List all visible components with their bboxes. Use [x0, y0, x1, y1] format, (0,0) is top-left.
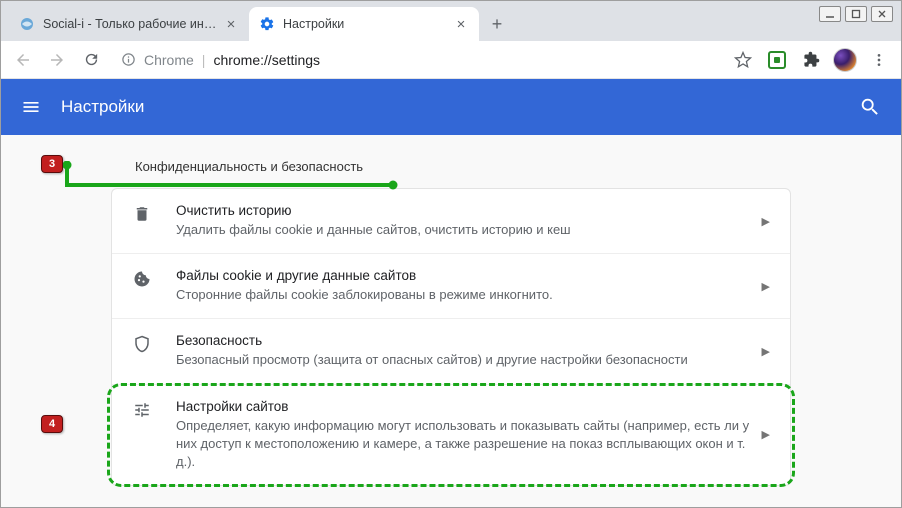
- favicon-social-i: [19, 16, 35, 32]
- settings-header: Настройки: [1, 79, 901, 135]
- shield-icon: [132, 335, 152, 353]
- extensions-puzzle-icon[interactable]: [797, 46, 825, 74]
- window-controls: [819, 6, 893, 22]
- menu-icon[interactable]: [21, 97, 41, 117]
- row-title: Безопасность: [176, 333, 752, 348]
- row-desc: Удалить файлы cookie и данные сайтов, оч…: [176, 221, 752, 239]
- settings-title: Настройки: [61, 97, 144, 117]
- close-window-button[interactable]: [871, 6, 893, 22]
- settings-card: Очистить историю Удалить файлы cookie и …: [111, 188, 791, 486]
- url-separator: |: [202, 52, 206, 68]
- trash-icon: [132, 205, 152, 223]
- extension-button[interactable]: [763, 46, 791, 74]
- row-security[interactable]: Безопасность Безопасный просмотр (защита…: [112, 319, 790, 384]
- chevron-right-icon: ▶: [762, 345, 770, 358]
- row-site-settings[interactable]: Настройки сайтов Определяет, какую инфор…: [112, 385, 790, 486]
- forward-button[interactable]: [43, 46, 71, 74]
- tune-icon: [132, 401, 152, 419]
- new-tab-button[interactable]: +: [483, 10, 511, 38]
- settings-content[interactable]: 3 Конфиденциальность и безопасность Очис…: [1, 135, 901, 507]
- row-title: Очистить историю: [176, 203, 752, 218]
- chevron-right-icon: ▶: [762, 215, 770, 228]
- row-desc: Безопасный просмотр (защита от опасных с…: [176, 351, 752, 369]
- row-cookies[interactable]: Файлы cookie и другие данные сайтов Стор…: [112, 254, 790, 319]
- menu-button[interactable]: [865, 46, 893, 74]
- search-icon[interactable]: [859, 96, 881, 118]
- tab-settings[interactable]: Настройки ×: [249, 7, 479, 41]
- section-heading-privacy: Конфиденциальность и безопасность: [111, 145, 791, 188]
- favicon-settings: [259, 16, 275, 32]
- cookie-icon: [132, 270, 152, 288]
- chevron-right-icon: ▶: [762, 428, 770, 441]
- annotation-badge-3: 3: [41, 155, 63, 173]
- back-button[interactable]: [9, 46, 37, 74]
- tab-social-i[interactable]: Social-i - Только рабочие инстр ×: [9, 7, 249, 41]
- url-path: chrome://settings: [213, 52, 320, 68]
- annotation-badge-4: 4: [41, 415, 63, 433]
- tab-title: Настройки: [283, 17, 449, 31]
- chevron-right-icon: ▶: [762, 280, 770, 293]
- address-bar: Chrome | chrome://settings: [1, 41, 901, 79]
- row-title: Настройки сайтов: [176, 399, 752, 414]
- profile-avatar[interactable]: [831, 46, 859, 74]
- row-desc: Сторонние файлы cookie заблокированы в р…: [176, 286, 752, 304]
- tab-strip: Social-i - Только рабочие инстр × Настро…: [1, 1, 901, 41]
- site-info-icon[interactable]: [121, 52, 136, 67]
- reload-button[interactable]: [77, 46, 105, 74]
- close-tab-icon[interactable]: ×: [453, 16, 469, 32]
- close-tab-icon[interactable]: ×: [223, 16, 239, 32]
- row-title: Файлы cookie и другие данные сайтов: [176, 268, 752, 283]
- row-desc: Определяет, какую информацию могут испол…: [176, 417, 752, 472]
- row-clear-history[interactable]: Очистить историю Удалить файлы cookie и …: [112, 189, 790, 254]
- omnibox[interactable]: Chrome | chrome://settings: [111, 46, 723, 74]
- minimize-button[interactable]: [819, 6, 841, 22]
- bookmark-button[interactable]: [729, 46, 757, 74]
- maximize-button[interactable]: [845, 6, 867, 22]
- url-protocol: Chrome: [144, 52, 194, 68]
- tab-title: Social-i - Только рабочие инстр: [43, 17, 219, 31]
